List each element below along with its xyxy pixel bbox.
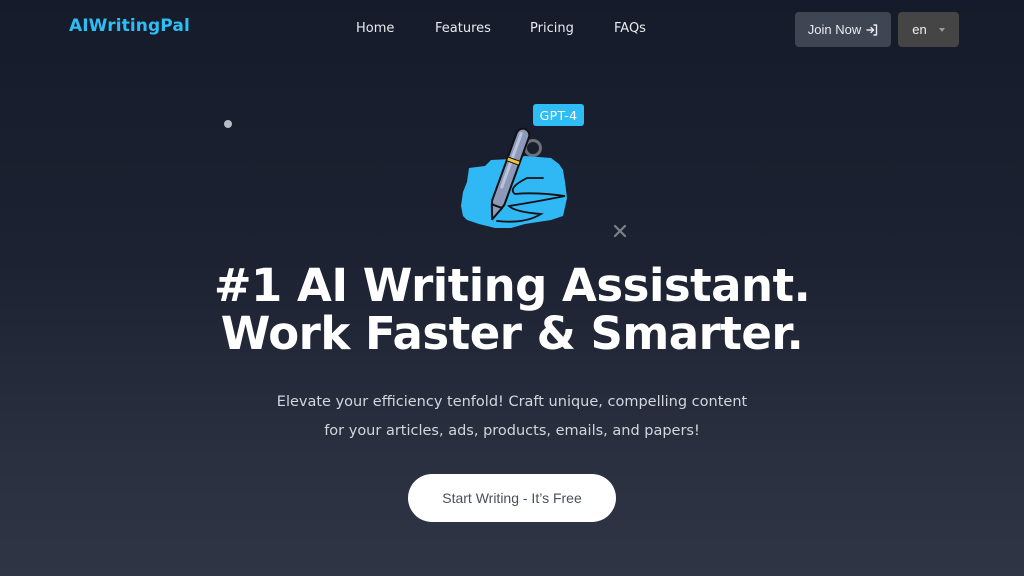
join-now-label: Join Now bbox=[807, 22, 862, 37]
dot-icon bbox=[224, 120, 232, 128]
nav-link-features[interactable]: Features bbox=[435, 21, 491, 36]
x-icon bbox=[613, 224, 627, 238]
headline-line-2: Work Faster & Smarter. bbox=[220, 307, 804, 360]
language-select[interactable]: en bbox=[898, 12, 959, 47]
navbar: AIWritingPal Home Features Pricing FAQs … bbox=[0, 0, 1024, 58]
hero-subtext: Elevate your efficiency tenfold! Craft u… bbox=[0, 388, 1024, 446]
gpt-4-badge: GPT-4 bbox=[533, 104, 584, 126]
hero-headline: #1 AI Writing Assistant. Work Faster & S… bbox=[0, 262, 1024, 358]
language-value: en bbox=[912, 22, 927, 37]
caret-down-icon bbox=[938, 27, 945, 32]
logo-link[interactable]: AIWritingPal bbox=[69, 16, 190, 36]
pen-writing-icon bbox=[461, 127, 567, 228]
headline-line-1: #1 AI Writing Assistant. bbox=[213, 259, 811, 312]
join-now-button[interactable]: Join Now bbox=[795, 12, 891, 47]
nav-link-faqs[interactable]: FAQs bbox=[614, 21, 646, 36]
start-writing-button[interactable]: Start Writing - It’s Free bbox=[408, 474, 616, 522]
nav-link-pricing[interactable]: Pricing bbox=[530, 21, 574, 36]
subtext-line-2: for your articles, ads, products, emails… bbox=[324, 423, 700, 439]
subtext-line-1: Elevate your efficiency tenfold! Craft u… bbox=[276, 394, 748, 410]
nav-link-home[interactable]: Home bbox=[356, 21, 394, 36]
sign-in-icon bbox=[866, 23, 878, 36]
